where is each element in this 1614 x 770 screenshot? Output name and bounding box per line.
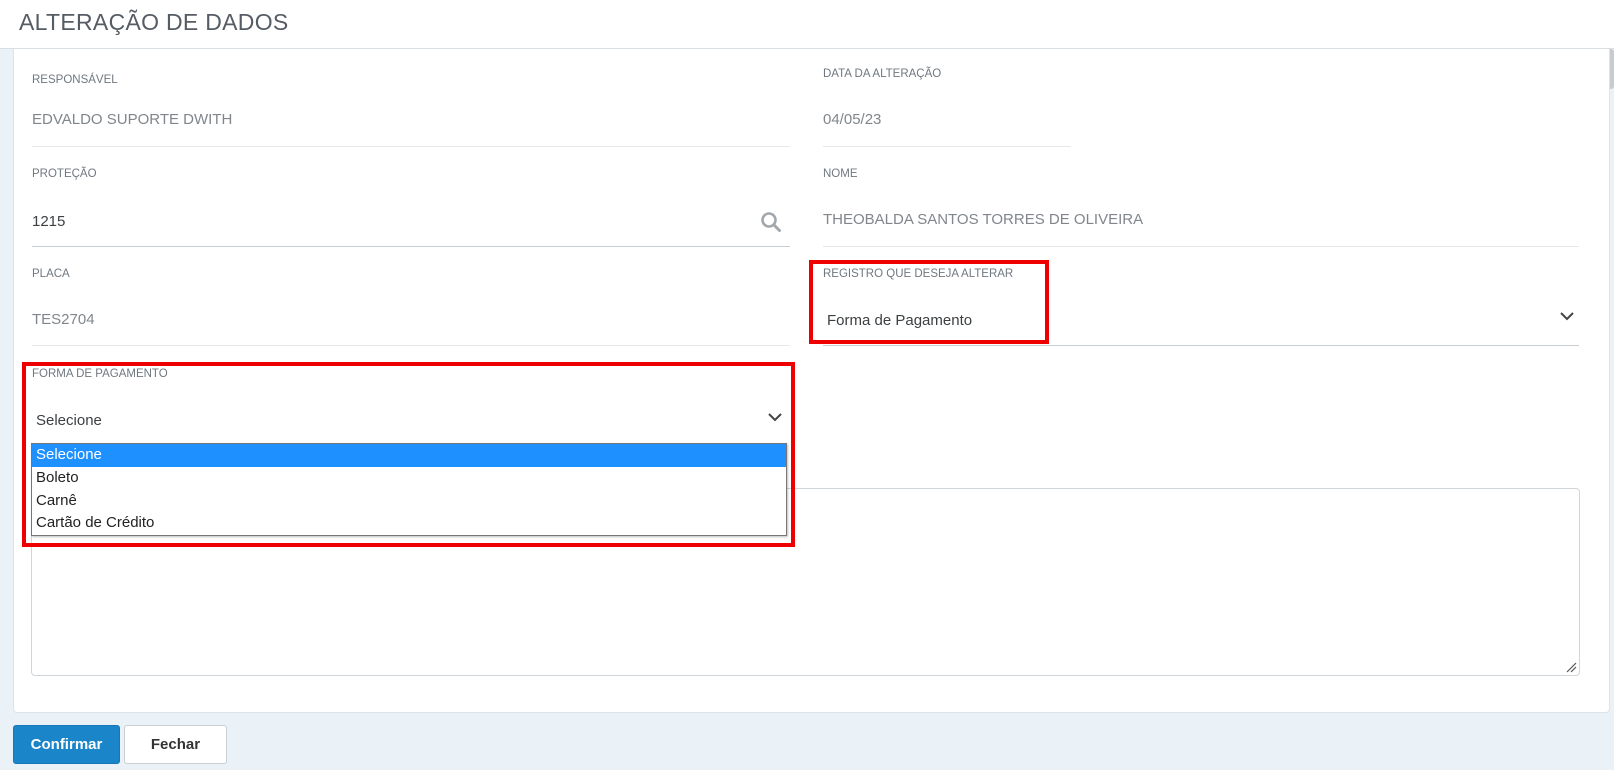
nome-value: THEOBALDA SANTOS TORRES DE OLIVEIRA: [823, 211, 1144, 228]
placa-field: PLACA TES2704: [32, 268, 790, 348]
search-icon[interactable]: [760, 211, 782, 233]
placa-label: PLACA: [32, 268, 70, 280]
field-divider: [32, 345, 790, 346]
data-alteracao-value: 04/05/23: [823, 111, 882, 128]
responsavel-value: EDVALDO SUPORTE DWITH: [32, 111, 233, 128]
responsavel-label: RESPONSÁVEL: [32, 74, 118, 86]
protecao-input[interactable]: 1215: [32, 213, 65, 230]
chevron-down-icon: [1560, 312, 1574, 321]
option-cartao-credito[interactable]: Cartão de Crédito: [32, 512, 786, 535]
data-alteracao-label: DATA DA ALTERAÇÃO: [823, 68, 942, 80]
registro-value: Forma de Pagamento: [827, 312, 973, 329]
forma-pagamento-options[interactable]: Selecione Boleto Carnê Cartão de Crédito: [31, 443, 787, 536]
field-divider: [823, 345, 1579, 346]
protecao-field: PROTEÇÃO 1215: [32, 168, 790, 248]
page-title: ALTERAÇÃO DE DADOS: [19, 9, 289, 35]
placa-value: TES2704: [32, 311, 95, 328]
forma-pagamento-select[interactable]: FORMA DE PAGAMENTO Selecione: [32, 368, 790, 446]
nome-field: NOME THEOBALDA SANTOS TORRES DE OLIVEIRA: [823, 168, 1579, 248]
option-carne[interactable]: Carnê: [32, 490, 786, 513]
responsavel-field: RESPONSÁVEL EDVALDO SUPORTE DWITH: [32, 74, 790, 148]
close-button[interactable]: Fechar: [124, 725, 227, 764]
confirm-button[interactable]: Confirmar: [13, 725, 120, 764]
field-divider: [32, 246, 790, 247]
data-alteracao-field: DATA DA ALTERAÇÃO 04/05/23: [823, 68, 1071, 148]
option-boleto[interactable]: Boleto: [32, 467, 786, 490]
nome-label: NOME: [823, 168, 858, 180]
protecao-label: PROTEÇÃO: [32, 168, 97, 180]
page-header: ALTERAÇÃO DE DADOS: [0, 0, 1614, 49]
forma-pagamento-label: FORMA DE PAGAMENTO: [32, 368, 168, 380]
registro-label: REGISTRO QUE DESEJA ALTERAR: [823, 268, 1014, 280]
chevron-down-icon: [768, 413, 782, 422]
resize-handle-icon[interactable]: [1565, 661, 1577, 673]
field-divider: [823, 246, 1579, 247]
forma-pagamento-value: Selecione: [36, 412, 102, 429]
field-divider: [823, 146, 1071, 147]
option-selecione[interactable]: Selecione: [32, 444, 786, 467]
registro-select[interactable]: REGISTRO QUE DESEJA ALTERAR Forma de Pag…: [823, 268, 1579, 348]
field-divider: [32, 146, 790, 147]
